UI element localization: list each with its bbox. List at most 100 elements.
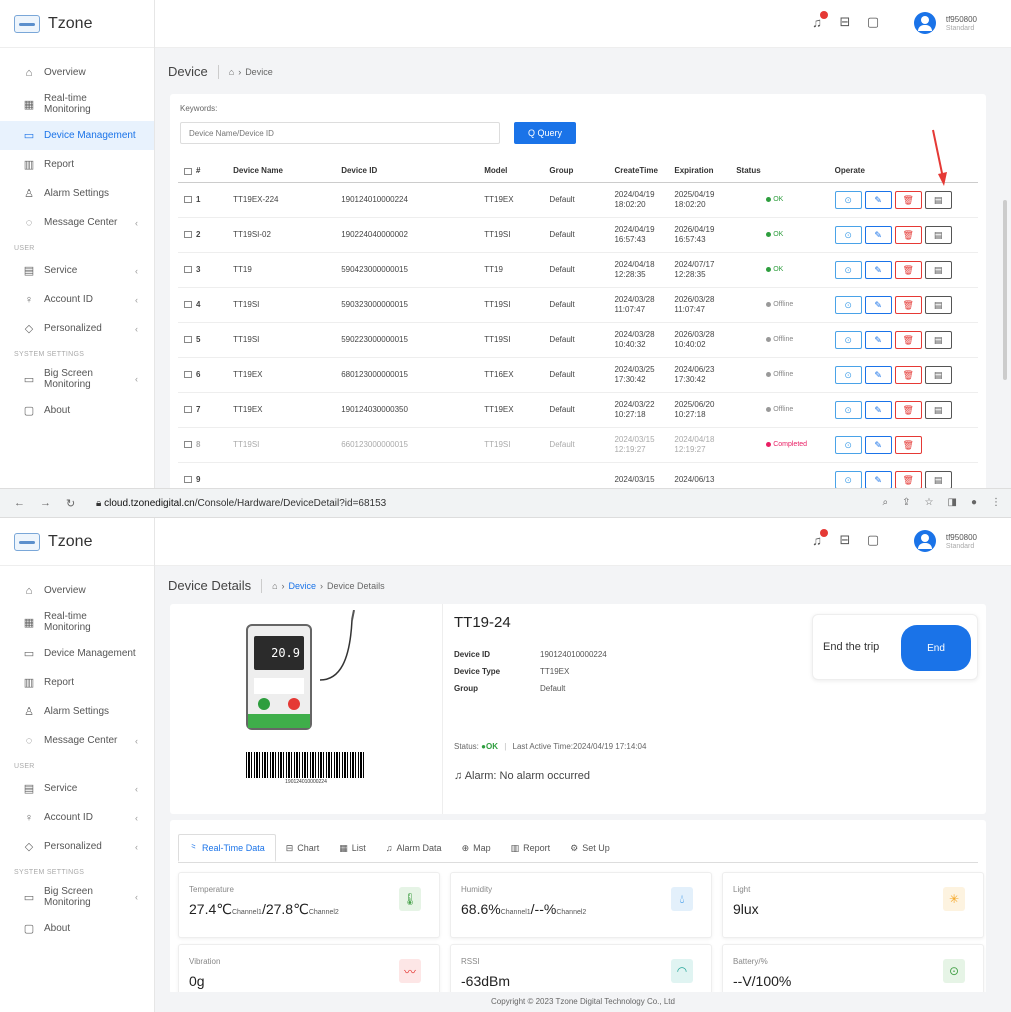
edit-icon[interactable]: ✎ [864, 295, 892, 314]
edit-icon[interactable]: ✎ [864, 225, 892, 244]
sidebar-item-message-center[interactable]: ◌ Message Center ‹ [0, 726, 154, 755]
edit-icon[interactable]: ✎ [864, 470, 892, 488]
tab-set-up[interactable]: ⚙ Set Up [560, 834, 620, 862]
app-logo[interactable]: Tzone [0, 518, 154, 566]
search-input[interactable] [180, 122, 500, 144]
end-button[interactable]: End [901, 625, 971, 671]
row-checkbox[interactable] [184, 230, 192, 238]
edit-icon[interactable]: ✎ [864, 260, 892, 279]
sidebar-item-service[interactable]: ▤ Service ‹ [0, 774, 154, 803]
view-icon[interactable]: ⊙ [834, 435, 862, 454]
app-logo[interactable]: Tzone [0, 0, 154, 48]
delete-icon[interactable]: 🗑︎ [894, 190, 922, 209]
view-icon[interactable]: ⊙ [834, 260, 862, 279]
sidebar-item-personalized[interactable]: ◇ Personalized ‹ [0, 314, 154, 343]
edit-icon[interactable]: ✎ [864, 330, 892, 349]
sidebar-item-big-screen[interactable]: ▭ Big Screen Monitoring ‹ [0, 362, 154, 396]
edit-icon[interactable]: ✎ [864, 400, 892, 419]
profile-icon[interactable]: ● [971, 497, 977, 508]
printer-icon[interactable]: ⊟ [837, 532, 853, 548]
scrollbar[interactable] [1003, 200, 1007, 380]
table-row[interactable]: 8 TT19SI 660123000000015 TT19SI Default 2024/… [178, 427, 978, 463]
breadcrumb-device-link[interactable]: Device [289, 581, 317, 591]
user-menu[interactable]: tf950800 Standard [913, 530, 977, 552]
forward-icon[interactable]: → [40, 497, 52, 509]
sidebar-item-report[interactable]: ▥ Report [0, 668, 154, 697]
view-icon[interactable]: ⊙ [834, 470, 862, 488]
report-icon[interactable]: ▤ [924, 190, 952, 209]
tab-map[interactable]: ⊕ Map [452, 834, 501, 862]
back-icon[interactable]: ← [14, 497, 26, 509]
user-menu[interactable]: tf950800 Standard [913, 12, 977, 34]
menu-icon[interactable]: ⋮ [991, 497, 1001, 508]
delete-icon[interactable]: 🗑︎ [894, 260, 922, 279]
view-icon[interactable]: ⊙ [834, 190, 862, 209]
url-field[interactable]: 🔒︎ cloud.tzonedigital.cn/Console/Hardwar… [96, 498, 386, 509]
view-icon[interactable]: ⊙ [834, 330, 862, 349]
sidebar-item-realtime[interactable]: ▦ Real-time Monitoring [0, 605, 154, 639]
table-row[interactable]: 2 TT19SI-02 190224040000002 TT19SI Default 20… [178, 217, 978, 253]
home-icon[interactable]: ⌂ [229, 67, 234, 77]
edit-icon[interactable]: ✎ [864, 435, 892, 454]
delete-icon[interactable]: 🗑︎ [894, 365, 922, 384]
sidebar-item-account-id[interactable]: ♀ Account ID ‹ [0, 285, 154, 314]
star-icon[interactable]: ☆ [925, 497, 934, 508]
query-button[interactable]: Q Query [514, 122, 576, 144]
tab-real-time-data[interactable]: ⺀ Real-Time Data [178, 834, 276, 862]
sidebar-item-account-id[interactable]: ♀ Account ID ‹ [0, 803, 154, 832]
report-icon[interactable]: ▤ [924, 330, 952, 349]
table-row[interactable]: 6 TT19EX 680123000000015 TT16EX Default 2024/… [178, 357, 978, 393]
view-icon[interactable]: ⊙ [834, 365, 862, 384]
row-checkbox[interactable] [184, 405, 192, 413]
view-icon[interactable]: ⊙ [834, 295, 862, 314]
table-row[interactable]: 5 TT19SI 590223000000015 TT19SI Default 2024/… [178, 322, 978, 358]
printer-icon[interactable]: ⊟ [837, 14, 853, 30]
report-icon[interactable]: ▤ [924, 365, 952, 384]
sidebar-item-alarm-settings[interactable]: ♙ Alarm Settings [0, 179, 154, 208]
view-icon[interactable]: ⊙ [834, 225, 862, 244]
sidebar-item-big-screen[interactable]: ▭ Big Screen Monitoring ‹ [0, 880, 154, 914]
row-checkbox[interactable] [184, 475, 192, 483]
row-checkbox[interactable] [184, 440, 192, 448]
share-icon[interactable]: ⇪ [902, 497, 910, 508]
table-row[interactable]: 3 TT19 590423000000015 TT19 Default 2024/04/1… [178, 252, 978, 288]
row-checkbox[interactable] [184, 300, 192, 308]
row-checkbox[interactable] [184, 370, 192, 378]
edit-icon[interactable]: ✎ [864, 190, 892, 209]
sidepanel-icon[interactable]: ◨ [948, 497, 957, 508]
report-icon[interactable]: ▤ [924, 225, 952, 244]
delete-icon[interactable]: 🗑︎ [894, 295, 922, 314]
delete-icon[interactable]: 🗑︎ [894, 400, 922, 419]
sidebar-item-personalized[interactable]: ◇ Personalized ‹ [0, 832, 154, 861]
edit-icon[interactable]: ✎ [864, 365, 892, 384]
sidebar-item-about[interactable]: ▢ About [0, 396, 154, 425]
bell-icon[interactable]: ♫ [809, 528, 828, 548]
delete-icon[interactable]: 🗑︎ [894, 330, 922, 349]
view-icon[interactable]: ⊙ [834, 400, 862, 419]
sidebar-item-device-management[interactable]: ▭ Device Management [0, 121, 154, 150]
delete-icon[interactable]: 🗑︎ [894, 435, 922, 454]
sidebar-item-report[interactable]: ▥ Report [0, 150, 154, 179]
chat-icon[interactable]: ▢ [865, 532, 881, 548]
tab-list[interactable]: ▦ List [329, 834, 376, 862]
sidebar-item-realtime[interactable]: ▦ Real-time Monitoring [0, 87, 154, 121]
sidebar-item-message-center[interactable]: ◌ Message Center ‹ [0, 208, 154, 237]
report-icon[interactable]: ▤ [924, 295, 952, 314]
home-icon[interactable]: ⌂ [272, 581, 277, 591]
sidebar-item-service[interactable]: ▤ Service ‹ [0, 256, 154, 285]
tab-alarm-data[interactable]: ♫ Alarm Data [376, 834, 452, 862]
delete-icon[interactable]: 🗑︎ [894, 225, 922, 244]
sidebar-item-overview[interactable]: ⌂ Overview [0, 576, 154, 605]
tab-chart[interactable]: ⊟ Chart [276, 834, 330, 862]
select-all-checkbox[interactable] [184, 167, 192, 175]
report-icon[interactable]: ▤ [924, 260, 952, 279]
row-checkbox[interactable] [184, 335, 192, 343]
sidebar-item-about[interactable]: ▢ About [0, 914, 154, 943]
report-icon[interactable]: ▤ [924, 400, 952, 419]
table-row[interactable]: 9 2024/03/15 2024/06/13 ⊙ ✎ 🗑︎ ▤ [178, 462, 978, 488]
reload-icon[interactable]: ↻ [66, 497, 78, 510]
sidebar-item-device-management[interactable]: ▭ Device Management [0, 639, 154, 668]
chat-icon[interactable]: ▢ [865, 14, 881, 30]
table-row[interactable]: 1 TT19EX-224 190124010000224 TT19EX Default 2… [178, 182, 978, 218]
table-row[interactable]: 7 TT19EX 190124030000350 TT19EX Default 2024/… [178, 392, 978, 428]
